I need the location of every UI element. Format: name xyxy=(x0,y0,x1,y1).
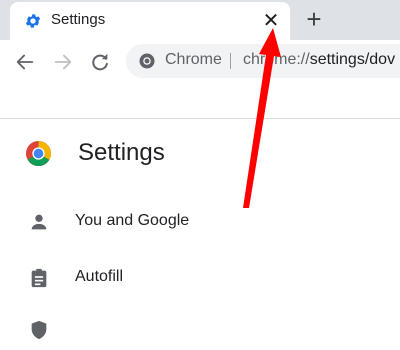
url-host: chrome:// xyxy=(243,51,310,68)
tab-strip: Settings ✕ + xyxy=(0,0,400,40)
nav-item-you-and-google[interactable]: You and Google xyxy=(0,202,400,242)
tab-close-icon[interactable]: ✕ xyxy=(261,11,281,31)
clipboard-icon xyxy=(31,268,47,288)
shield-icon xyxy=(31,320,47,340)
chrome-site-icon xyxy=(139,53,155,69)
nav-item-privacy[interactable] xyxy=(0,310,400,350)
nav-item-autofill[interactable]: Autofill xyxy=(0,258,400,298)
url-text[interactable]: chrome://settings/dov xyxy=(243,51,395,69)
address-bar[interactable]: Chrome chrome://settings/dov xyxy=(126,44,400,78)
new-tab-button[interactable]: + xyxy=(302,6,326,32)
back-arrow-icon[interactable] xyxy=(14,51,36,73)
person-icon xyxy=(31,214,47,230)
tab-title: Settings xyxy=(51,11,106,28)
chip-separator xyxy=(230,53,231,69)
nav-label: You and Google xyxy=(75,212,190,229)
reload-icon[interactable] xyxy=(89,51,111,73)
page-title: Settings xyxy=(78,139,165,166)
forward-arrow-icon[interactable] xyxy=(52,51,74,73)
origin-chip: Chrome xyxy=(165,51,222,68)
nav-label: Autofill xyxy=(75,268,124,285)
settings-tab[interactable]: Settings ✕ xyxy=(10,2,290,40)
chrome-logo-icon xyxy=(25,140,52,167)
header-divider xyxy=(0,118,400,119)
gear-icon xyxy=(25,14,41,28)
url-path: settings/dov xyxy=(309,51,396,68)
